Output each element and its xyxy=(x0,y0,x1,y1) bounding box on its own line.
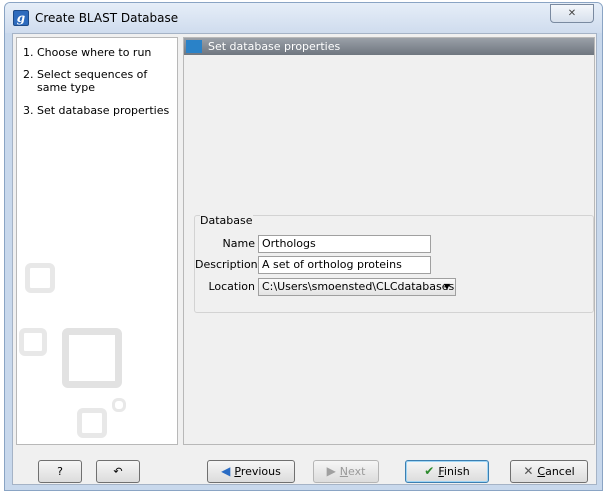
arrow-right-icon: ▶ xyxy=(326,464,336,478)
watermark-logo xyxy=(62,328,122,388)
window-title: Create BLAST Database xyxy=(35,11,179,25)
previous-button[interactable]: ◀ Previous xyxy=(207,460,295,483)
reset-icon: ↶ xyxy=(113,465,123,478)
location-label: Location xyxy=(208,280,255,293)
location-select[interactable]: C:\Users\smoensted\CLCdatabases ▼ xyxy=(258,278,456,296)
cancel-button[interactable]: ✕ Cancel xyxy=(510,460,588,483)
finish-button[interactable]: ✔ Finish xyxy=(405,460,489,483)
step-choose-where-to-run: 1. Choose where to run xyxy=(23,46,152,59)
location-value: C:\Users\smoensted\CLCdatabases xyxy=(262,280,455,293)
database-group-title: Database xyxy=(200,214,253,227)
step-select-sequences: 2. Select sequences of same type xyxy=(23,68,148,94)
section-marker-icon xyxy=(186,40,202,53)
watermark-logo xyxy=(25,263,55,293)
checkmark-icon: ✔ xyxy=(424,464,435,478)
cross-icon: ✕ xyxy=(523,464,534,478)
description-input[interactable]: A set of ortholog proteins xyxy=(258,256,431,274)
watermark-logo xyxy=(112,398,126,412)
name-label: Name xyxy=(222,237,255,250)
wizard-content-panel: Set database properties Database Name Or… xyxy=(183,37,595,445)
title-bar[interactable]: g Create BLAST Database ✕ xyxy=(5,3,602,33)
dialog-body: 1. Choose where to run 2. Select sequences… xyxy=(12,33,597,485)
clc-app-icon: g xyxy=(13,10,29,26)
section-header: Set database properties xyxy=(184,38,594,55)
wizard-steps-panel: 1. Choose where to run 2. Select sequences… xyxy=(16,37,178,445)
close-button[interactable]: ✕ xyxy=(550,4,594,23)
name-input[interactable]: Orthologs xyxy=(258,235,431,253)
watermark-logo xyxy=(77,408,107,438)
next-button[interactable]: ▶ Next xyxy=(313,460,379,483)
watermark-logo xyxy=(19,328,47,356)
dialog-window: g Create BLAST Database ✕ 1. Choose where… xyxy=(4,2,603,491)
database-groupbox: Database Name Orthologs Description A se… xyxy=(194,214,594,313)
help-button[interactable]: ? xyxy=(38,460,82,483)
step-set-database-properties: 3. Set database properties xyxy=(23,104,170,117)
chevron-down-icon: ▼ xyxy=(443,282,450,291)
reset-button[interactable]: ↶ xyxy=(96,460,140,483)
arrow-left-icon: ◀ xyxy=(221,464,231,478)
description-label: Description xyxy=(195,258,258,271)
